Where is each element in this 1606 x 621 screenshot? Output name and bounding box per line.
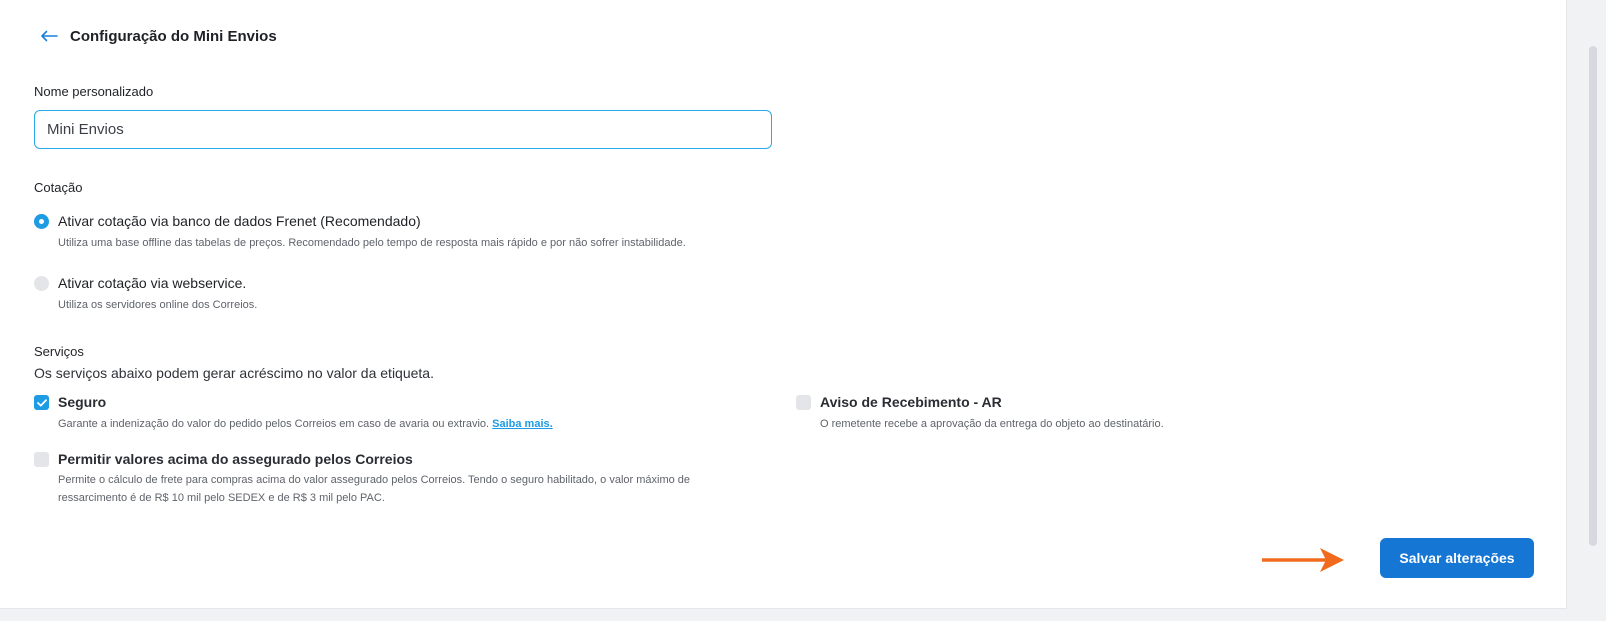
scrollbar-thumb[interactable]	[1589, 46, 1597, 546]
aviso-description: O remetente recebe a aprovação da entreg…	[820, 418, 1164, 430]
servicos-note: Os serviços abaixo podem gerar acréscimo…	[34, 365, 434, 381]
custom-name-input[interactable]	[34, 110, 772, 149]
save-changes-button[interactable]: Salvar alterações	[1380, 538, 1534, 578]
cotacao-option-frenet-label: Ativar cotação via banco de dados Frenet…	[58, 213, 421, 229]
seguro-description: Garante a indenização do valor do pedido…	[58, 418, 490, 430]
seguro-description-line: Garante a indenização do valor do pedido…	[58, 415, 553, 433]
saiba-mais-link[interactable]: Saiba mais.	[492, 418, 553, 430]
permitir-description-line1: Permite o cálculo de frete para compras …	[58, 474, 691, 486]
arrow-left-icon	[41, 30, 58, 42]
page-header: Configuração do Mini Envios	[38, 24, 277, 48]
check-icon	[36, 398, 47, 406]
service-aviso-recebimento[interactable]: Aviso de Recebimento - AR O remetente re…	[796, 393, 1164, 433]
back-button[interactable]	[38, 25, 60, 47]
service-permitir-valores[interactable]: Permitir valores acima do assegurado pel…	[34, 450, 690, 507]
cotacao-option-webservice[interactable]: Ativar cotação via webservice. Utiliza o…	[34, 274, 257, 314]
permitir-label: Permitir valores acima do assegurado pel…	[58, 451, 413, 467]
name-field-label: Nome personalizado	[34, 84, 154, 99]
cotacao-option-frenet[interactable]: Ativar cotação via banco de dados Frenet…	[34, 212, 686, 252]
cotacao-option-webservice-description: Utiliza os servidores online dos Correio…	[58, 299, 258, 311]
seguro-label: Seguro	[58, 394, 107, 410]
scrollbar-track[interactable]	[1567, 0, 1606, 621]
permitir-checkbox[interactable]	[34, 452, 49, 467]
seguro-checkbox[interactable]	[34, 395, 49, 410]
page-title: Configuração do Mini Envios	[70, 27, 277, 45]
aviso-checkbox[interactable]	[796, 395, 811, 410]
permitir-description-line2: ressarcimento é de R$ 10 mil pelo SEDEX …	[58, 492, 385, 504]
aviso-label: Aviso de Recebimento - AR	[820, 394, 1002, 410]
annotation-arrow-icon	[1262, 548, 1344, 572]
cotacao-option-frenet-description: Utiliza uma base offline das tabelas de …	[58, 237, 686, 249]
settings-panel: Configuração do Mini Envios Nome persona…	[0, 0, 1567, 609]
radio-webservice[interactable]	[34, 276, 49, 291]
service-seguro[interactable]: Seguro Garante a indenização do valor do…	[34, 393, 553, 433]
radio-frenet[interactable]	[34, 214, 49, 229]
cotacao-section-title: Cotação	[34, 180, 83, 195]
servicos-section-title: Serviços	[34, 344, 84, 359]
cotacao-option-webservice-label: Ativar cotação via webservice.	[58, 275, 247, 291]
